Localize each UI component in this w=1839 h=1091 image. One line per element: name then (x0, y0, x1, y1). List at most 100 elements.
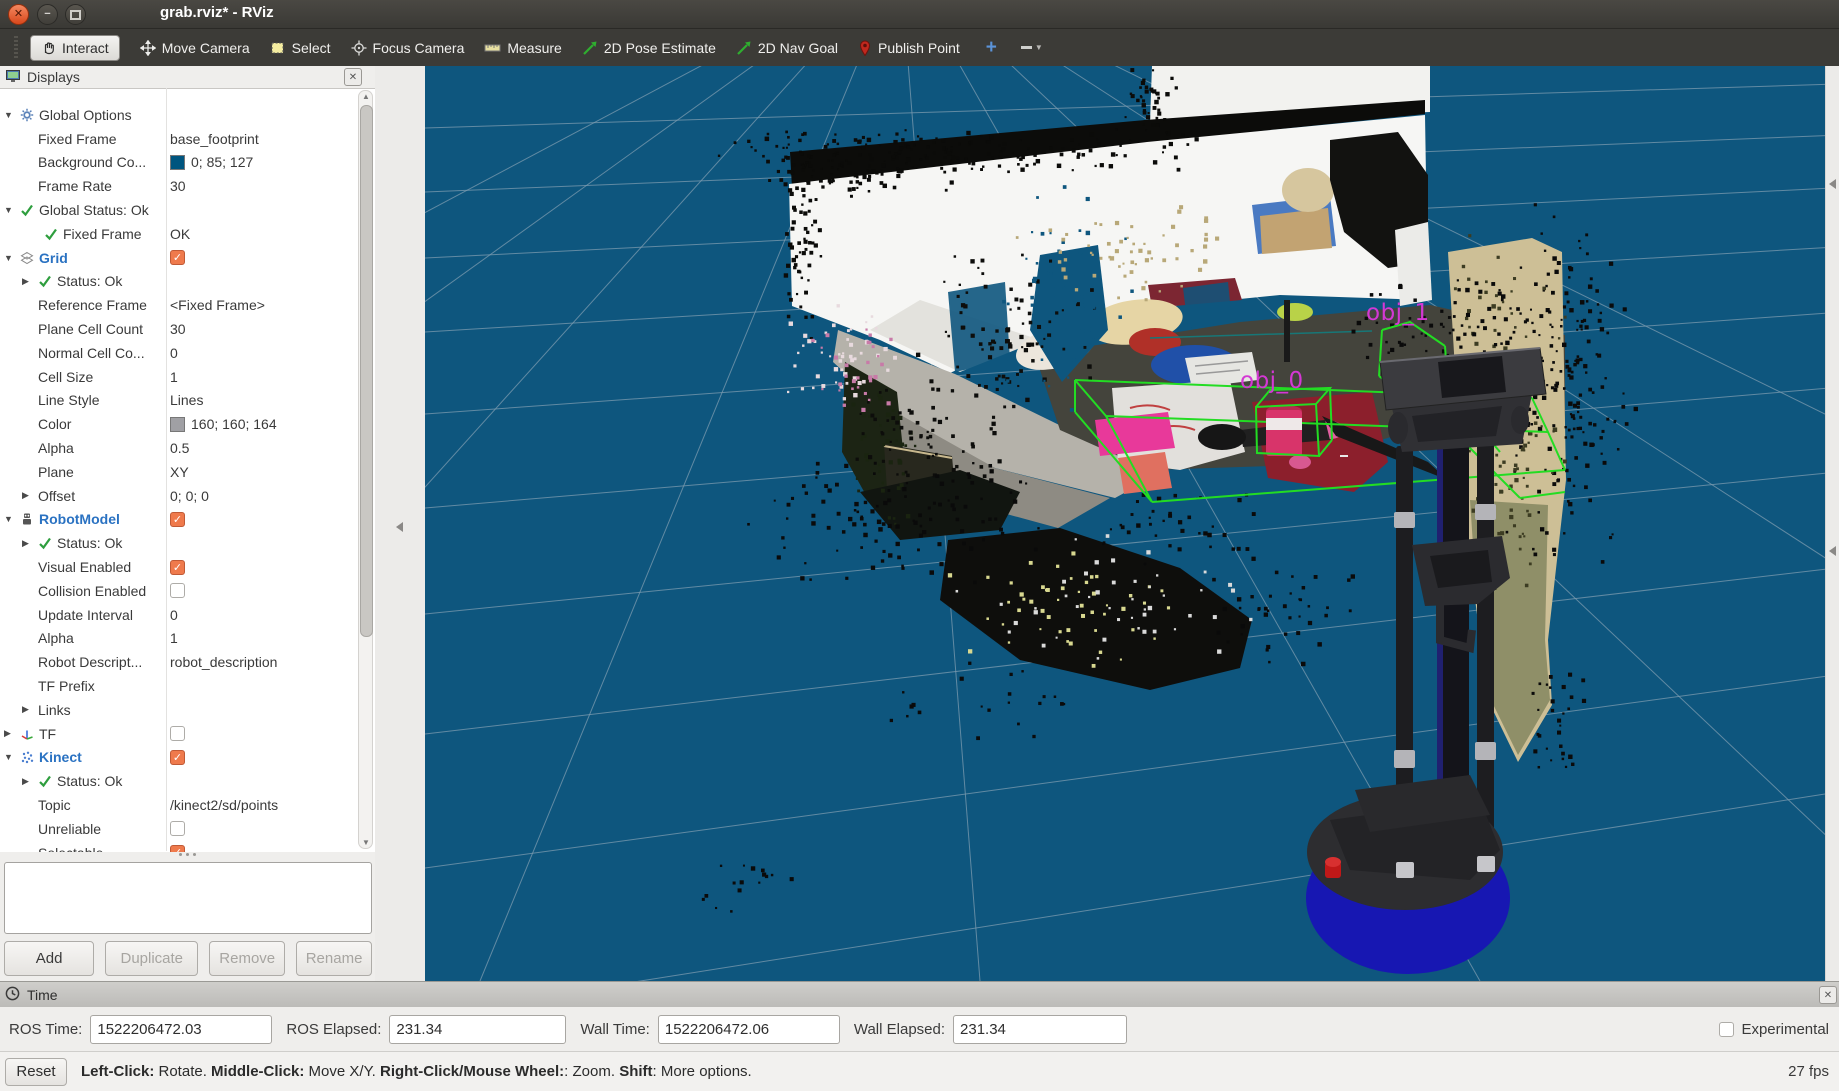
expander-icon[interactable]: ▶ (22, 776, 38, 787)
tree-row-robot-descript-[interactable]: Robot Descript...robot_description (0, 650, 356, 674)
checkbox-checked[interactable] (170, 250, 185, 265)
property-value[interactable]: 30 (170, 174, 186, 198)
property-value[interactable]: 160; 160; 164 (170, 412, 277, 436)
scroll-down-icon[interactable]: ▼ (362, 838, 370, 847)
add-button[interactable]: Add (4, 941, 94, 976)
tree-row-visual-enabled[interactable]: Visual Enabled (0, 555, 356, 579)
property-value[interactable] (170, 579, 185, 603)
tree-row-tf-prefix[interactable]: TF Prefix (0, 674, 356, 698)
collapse-left-handle-icon[interactable] (396, 522, 403, 532)
tool-measure[interactable]: Measure (484, 40, 561, 56)
tree-row-fixed-frame[interactable]: Fixed Framebase_footprint (0, 127, 356, 151)
add-tool-button[interactable]: + (986, 37, 997, 59)
property-value[interactable]: 0.5 (170, 436, 189, 460)
close-displays-panel-button[interactable]: ✕ (344, 68, 362, 86)
property-value[interactable]: 0; 85; 127 (170, 151, 253, 175)
remove-tool-button[interactable]: ▼ (1021, 43, 1043, 52)
tree-row-alpha[interactable]: Alpha1 (0, 627, 356, 651)
tree-row-offset[interactable]: ▶Offset0; 0; 0 (0, 484, 356, 508)
property-value[interactable]: <Fixed Frame> (170, 293, 265, 317)
scrollbar-thumb[interactable] (360, 105, 373, 637)
checkbox-checked[interactable] (170, 560, 185, 575)
tree-row-status-ok[interactable]: ▶Status: Ok (0, 270, 356, 294)
dock-splitter-right[interactable] (1825, 66, 1839, 981)
tree-row-plane-cell-count[interactable]: Plane Cell Count30 (0, 317, 356, 341)
collapse-right-handle-icon[interactable] (1829, 179, 1836, 189)
property-value[interactable] (170, 555, 185, 579)
tree-row-plane[interactable]: PlaneXY (0, 460, 356, 484)
property-value[interactable]: 0; 0; 0 (170, 484, 209, 508)
checkbox-checked[interactable] (170, 845, 185, 852)
property-value[interactable]: OK (170, 222, 190, 246)
experimental-checkbox[interactable] (1719, 1022, 1734, 1037)
tree-column-divider[interactable] (166, 88, 167, 851)
wall-time-input[interactable] (658, 1015, 840, 1044)
displays-tree[interactable]: ▼Global OptionsFixed Framebase_footprint… (0, 88, 375, 852)
checkbox-unchecked[interactable] (170, 726, 185, 741)
expander-icon[interactable]: ▼ (4, 205, 20, 215)
tree-row-selectable[interactable]: Selectable (0, 841, 356, 852)
property-value[interactable]: base_footprint (170, 127, 259, 151)
expander-icon[interactable]: ▼ (4, 514, 20, 524)
expander-icon[interactable]: ▼ (4, 110, 20, 120)
tree-row-frame-rate[interactable]: Frame Rate30 (0, 174, 356, 198)
property-value[interactable]: XY (170, 460, 189, 484)
property-value[interactable] (170, 817, 185, 841)
toolbar-grip[interactable] (14, 36, 18, 60)
3d-viewport[interactable]: obj_0obj_1 (425, 66, 1825, 981)
expander-icon[interactable]: ▶ (22, 704, 38, 715)
tree-row-kinect[interactable]: ▼Kinect (0, 746, 356, 770)
property-value[interactable]: 1 (170, 365, 178, 389)
property-value[interactable]: 30 (170, 317, 186, 341)
checkbox-unchecked[interactable] (170, 583, 185, 598)
collapse-right-handle-icon[interactable] (1829, 546, 1836, 556)
tree-row-background-co-[interactable]: Background Co...0; 85; 127 (0, 151, 356, 175)
tree-row-update-interval[interactable]: Update Interval0 (0, 603, 356, 627)
tree-row-global-status-ok[interactable]: ▼Global Status: Ok (0, 198, 356, 222)
expander-icon[interactable]: ▶ (4, 728, 20, 739)
tool-2d-nav-goal[interactable]: 2D Nav Goal (736, 40, 838, 56)
tree-row-line-style[interactable]: Line StyleLines (0, 389, 356, 413)
tree-row-reference-frame[interactable]: Reference Frame<Fixed Frame> (0, 293, 356, 317)
property-value[interactable]: 0 (170, 341, 178, 365)
expander-icon[interactable]: ▶ (22, 538, 38, 549)
time-panel-header[interactable]: Time ✕ (0, 981, 1839, 1007)
panel-splitter[interactable] (160, 853, 215, 859)
expander-icon[interactable]: ▶ (22, 276, 38, 287)
property-value[interactable]: Lines (170, 389, 203, 413)
tree-row-links[interactable]: ▶Links (0, 698, 356, 722)
property-value[interactable]: 1 (170, 627, 178, 651)
expander-icon[interactable]: ▼ (4, 253, 20, 263)
tree-row-cell-size[interactable]: Cell Size1 (0, 365, 356, 389)
tool-interact[interactable]: Interact (30, 35, 120, 61)
tree-row-alpha[interactable]: Alpha0.5 (0, 436, 356, 460)
reset-button[interactable]: Reset (5, 1058, 67, 1086)
tool-select[interactable]: Select (270, 40, 331, 56)
tree-row-status-ok[interactable]: ▶Status: Ok (0, 531, 356, 555)
property-value[interactable]: robot_description (170, 650, 277, 674)
tool-move-camera[interactable]: Move Camera (140, 40, 250, 56)
tree-row-tf[interactable]: ▶TF (0, 722, 356, 746)
dock-splitter-left[interactable] (375, 66, 425, 981)
expander-icon[interactable]: ▶ (22, 490, 38, 501)
property-value[interactable] (170, 722, 185, 746)
tree-row-color[interactable]: Color160; 160; 164 (0, 412, 356, 436)
tree-row-topic[interactable]: Topic/kinect2/sd/points (0, 793, 356, 817)
property-value[interactable] (170, 746, 185, 770)
tree-row-collision-enabled[interactable]: Collision Enabled (0, 579, 356, 603)
property-value[interactable] (170, 841, 185, 852)
property-value[interactable]: /kinect2/sd/points (170, 793, 278, 817)
property-value[interactable] (170, 246, 185, 270)
property-value[interactable] (170, 508, 185, 532)
tree-scrollbar[interactable]: ▲ ▼ (358, 90, 373, 849)
checkbox-checked[interactable] (170, 512, 185, 527)
expander-icon[interactable]: ▼ (4, 752, 20, 762)
tree-row-fixed-frame[interactable]: Fixed FrameOK (0, 222, 356, 246)
checkbox-checked[interactable] (170, 750, 185, 765)
checkbox-unchecked[interactable] (170, 821, 185, 836)
window-maximize-button[interactable] (65, 4, 86, 25)
tool-publish-point[interactable]: Publish Point (858, 40, 960, 56)
tree-row-grid[interactable]: ▼Grid (0, 246, 356, 270)
wall-elapsed-input[interactable] (953, 1015, 1127, 1044)
property-value[interactable]: 0 (170, 603, 178, 627)
